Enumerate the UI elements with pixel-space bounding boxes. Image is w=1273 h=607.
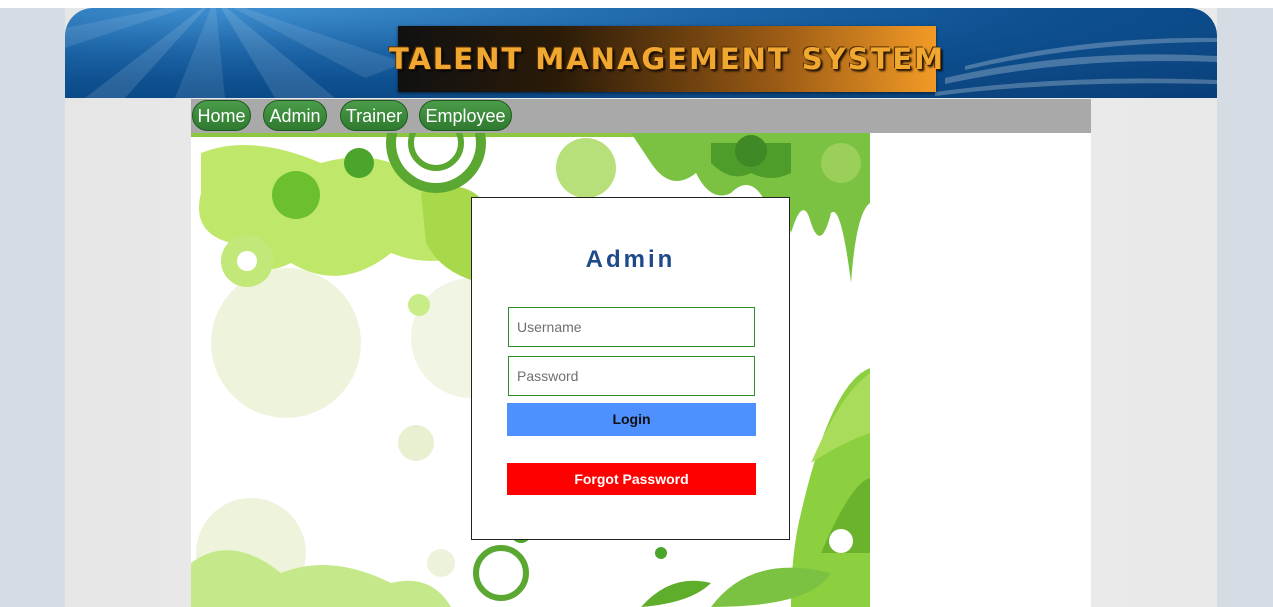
nav-trainer[interactable]: Trainer — [340, 100, 408, 131]
login-card: Admin Login Forgot Password — [471, 197, 790, 540]
right-column — [870, 133, 1091, 607]
nav-admin[interactable]: Admin — [263, 100, 327, 131]
username-input[interactable] — [508, 307, 755, 347]
forgot-password-button[interactable]: Forgot Password — [507, 463, 756, 495]
header: TALENT MANAGEMENT SYSTEM — [65, 8, 1217, 98]
page-container: TALENT MANAGEMENT SYSTEM Home Admin Trai… — [65, 8, 1217, 607]
top-strip — [0, 0, 1273, 8]
navbar: Home Admin Trainer Employee — [191, 99, 1091, 133]
nav-employee[interactable]: Employee — [419, 100, 512, 131]
nav-home[interactable]: Home — [192, 100, 251, 131]
banner-title: TALENT MANAGEMENT SYSTEM — [388, 42, 946, 76]
login-title: Admin — [585, 246, 676, 273]
banner-logo: TALENT MANAGEMENT SYSTEM — [389, 26, 943, 92]
login-button[interactable]: Login — [507, 403, 756, 436]
password-input[interactable] — [508, 356, 755, 396]
